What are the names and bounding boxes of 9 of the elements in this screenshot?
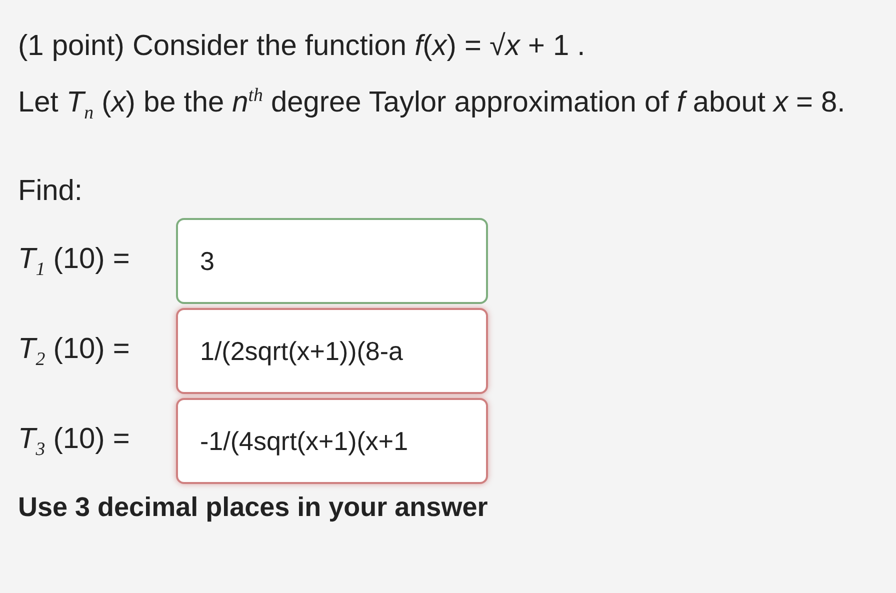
problem-statement: (1 point) Consider the function f(x) = √x + 1 . Let T$_{n}$ (x) be the n$^{th}$ degree Taylor approximation of f about x = 8. [18,29,846,126]
answer-field[interactable]: 3 [176,218,488,304]
answer-field[interactable]: -1/(4sqrt(x+1)(x+1 [176,398,488,484]
find-label: Find: [18,175,84,208]
answer-label: T$_{3}$ (10) = [18,422,131,460]
answer-field[interactable]: 1/(2sqrt(x+1))(8-a [176,308,488,394]
answer-label: T$_{2}$ (10) = [18,332,131,370]
answer-label: T$_{1}$ (10) = [18,242,131,280]
instruction-note: Use 3 decimal places in your answer [18,492,489,524]
